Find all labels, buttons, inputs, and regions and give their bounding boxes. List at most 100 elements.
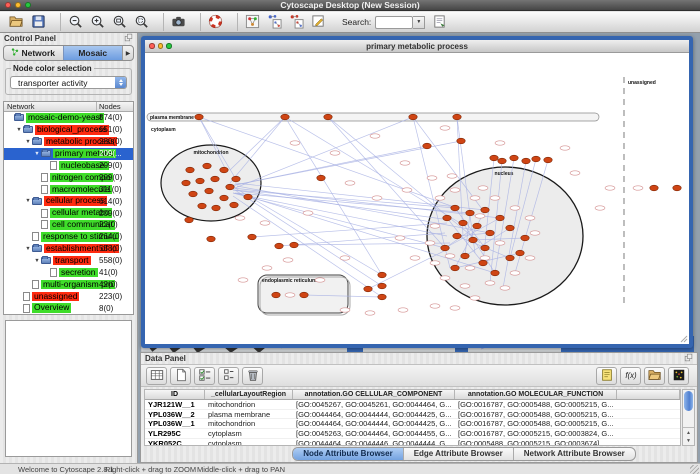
tree-row[interactable]: cellular metabo209(0) <box>4 207 133 219</box>
formula-builder-button[interactable]: f(x) <box>620 367 641 385</box>
scrollbar-thumb[interactable] <box>684 391 693 411</box>
tab-network-attribute-browser[interactable]: Network Attribute Browser <box>514 448 635 460</box>
select-attributes-button[interactable] <box>194 367 215 385</box>
import-attributes-icon <box>648 368 662 384</box>
tree-row[interactable]: ▼cellular process614(0) <box>4 195 133 207</box>
tree-row[interactable]: nitrogen compo209(0) <box>4 171 133 183</box>
cell-cellular-component: [GO:0044464, GO:0044444, GO:0044425, G..… <box>293 410 455 419</box>
window-resize-grip[interactable] <box>681 336 687 342</box>
network-overview-button[interactable] <box>237 13 262 31</box>
snapshot-camera-button[interactable] <box>163 13 188 31</box>
cell-cellular-component: [GO:0045263, GO:0044464, GO:0044455, G..… <box>293 429 455 438</box>
tree-row[interactable]: ▼establishment of lo558(0) <box>4 243 133 255</box>
notes-button[interactable] <box>596 367 617 385</box>
tree-row[interactable]: nucleobase-209(0) <box>4 160 133 172</box>
tree-row-label: mosaic-demo-yeast <box>26 113 104 123</box>
tree-row[interactable]: mosaic-demo-yeast874(0) <box>4 112 133 124</box>
table-row[interactable]: YKR052Ccytoplasm[GO:0044464, GO:0044446,… <box>145 439 680 446</box>
tab-overflow-button[interactable]: ▶ <box>122 46 133 60</box>
open-file-icon <box>9 14 24 31</box>
cytoplasm-region-label: cytoplasm <box>151 127 176 133</box>
tree-row[interactable]: unassigned223(0) <box>4 290 133 302</box>
table-row[interactable]: YPL036W__1mitochondrion[GO:0044464, GO:0… <box>145 419 680 429</box>
column-header-id[interactable]: ID <box>145 390 205 399</box>
expander-icon[interactable]: ▼ <box>24 198 32 204</box>
hide-selected-blue-button[interactable] <box>264 13 284 31</box>
annotation-button[interactable] <box>308 13 328 31</box>
delete-attributes-button[interactable] <box>242 367 263 385</box>
nucleus-region: nucleus <box>427 167 583 305</box>
network-canvas[interactable]: plasma membrane cytoplasm mitochondrion … <box>145 53 689 344</box>
control-panel-title: Control Panel <box>4 34 56 43</box>
tab-mosaic[interactable]: Mosaic <box>63 46 123 60</box>
expander-icon[interactable]: ▼ <box>24 246 32 252</box>
zoom-in-icon <box>90 14 105 31</box>
expander-icon[interactable]: ▼ <box>24 139 32 145</box>
unselect-attributes-button[interactable] <box>218 367 239 385</box>
tree-row[interactable]: ▼primary metabo209(... <box>4 148 133 160</box>
attribute-batch-editor-button[interactable] <box>146 367 167 385</box>
tree-row[interactable]: multi-organism pro42(0) <box>4 278 133 290</box>
attribute-browser-tabbar: Node Attribute Browser Edge Attribute Br… <box>292 447 636 461</box>
table-row[interactable]: YLR295Ccytoplasm[GO:0045263, GO:0044464,… <box>145 429 680 439</box>
tree-row[interactable]: ▼transport558(0) <box>4 255 133 267</box>
tree-row-count: 22(0) <box>97 220 133 229</box>
open-file-button[interactable] <box>6 13 26 31</box>
zoom-out-button[interactable] <box>60 13 85 31</box>
scroll-up-icon[interactable]: ▲ <box>686 430 691 436</box>
tree-row[interactable]: response to stimulu264(0) <box>4 231 133 243</box>
zoom-selected-button[interactable] <box>131 13 151 31</box>
tab-mosaic-label: Mosaic <box>78 48 107 58</box>
app-resize-grip[interactable] <box>690 465 699 474</box>
tree-column-nodes[interactable]: Nodes <box>97 102 133 111</box>
tab-network[interactable]: Network <box>4 46 63 60</box>
tree-row[interactable]: cell communicat22(0) <box>4 219 133 231</box>
column-header-region[interactable]: _cellularLayoutRegion <box>205 390 293 399</box>
tree-row[interactable]: secretion41(0) <box>4 267 133 279</box>
search-dropdown-button[interactable]: ▼ <box>413 16 425 29</box>
expander-icon[interactable]: ▼ <box>33 151 41 157</box>
tree-row[interactable]: ▼biological_process651(0) <box>4 124 133 136</box>
tab-node-attribute-browser[interactable]: Node Attribute Browser <box>293 448 404 460</box>
zoom-out-icon <box>68 14 83 31</box>
zoom-fit-button[interactable] <box>109 13 129 31</box>
zoom-in-button[interactable] <box>87 13 107 31</box>
table-scrollbar[interactable]: ▲ ▼ <box>682 389 695 446</box>
create-attribute-button[interactable] <box>170 367 191 385</box>
status-zoom-hint: Right-click + drag to ZOOM <box>105 465 196 474</box>
tree-row-count: 209(0) <box>97 161 133 170</box>
network-window-titlebar[interactable]: primary metabolic process <box>145 40 689 53</box>
table-row[interactable]: YPL036W__2plasma membrane[GO:0044464, GO… <box>145 410 680 420</box>
node-color-dropdown[interactable]: transporter activity <box>10 76 127 89</box>
tree-row[interactable]: Overview8(0) <box>4 302 133 314</box>
desktop-pane: primary metabolic process plasma membran… <box>138 33 700 463</box>
tree-row[interactable]: ▼metabolic process280(0) <box>4 136 133 148</box>
help-lifesaver-button[interactable] <box>200 13 225 31</box>
hide-selected-red-button[interactable] <box>286 13 306 31</box>
matrix-view-button[interactable] <box>668 367 689 385</box>
column-header-molecular-function[interactable]: annotation.GO MOLECULAR_FUNCTION <box>455 390 617 399</box>
advanced-search-button[interactable] <box>429 13 449 31</box>
column-header-cellular-component[interactable]: annotation.GO CELLULAR_COMPONENT <box>293 390 455 399</box>
file-icon <box>23 304 30 313</box>
save-session-button[interactable] <box>28 13 48 31</box>
tree-row-label: unassigned <box>32 292 79 302</box>
cell-molecular-function: [GO:0016787, GO:0005488, GO:0005215, G..… <box>455 419 617 428</box>
expander-icon[interactable]: ▼ <box>33 258 41 264</box>
table-row[interactable]: YJR121W__1mitochondrion[GO:0045267, GO:0… <box>145 400 680 410</box>
float-panel-icon[interactable] <box>124 33 133 44</box>
unassigned-region: unassigned <box>624 77 656 305</box>
tree-row[interactable]: macromolecule311(0) <box>4 183 133 195</box>
network-overview-icon <box>245 14 260 31</box>
tree-column-network[interactable]: Network <box>4 102 97 111</box>
cell-id: YKR052C <box>145 439 205 446</box>
scroll-down-icon[interactable]: ▼ <box>686 438 691 444</box>
expander-icon[interactable]: ▼ <box>15 127 23 133</box>
data-panel-float-icon[interactable] <box>684 353 693 364</box>
import-attributes-button[interactable] <box>644 367 665 385</box>
tab-edge-attribute-browser[interactable]: Edge Attribute Browser <box>404 448 514 460</box>
folder-icon <box>32 198 42 205</box>
tree-row-label: secretion <box>59 268 98 278</box>
select-attributes-icon <box>198 368 212 384</box>
search-input[interactable] <box>375 16 413 29</box>
